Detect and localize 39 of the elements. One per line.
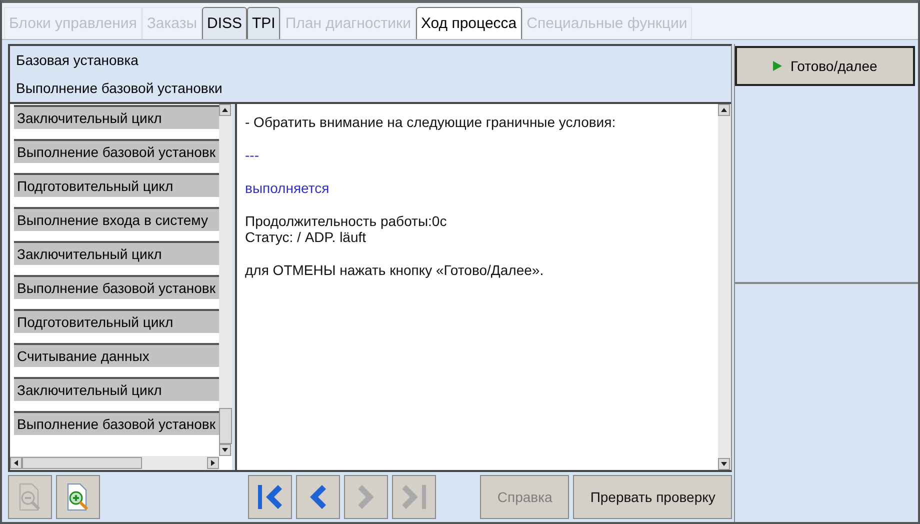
message-text: Продолжительность работы:0c Статус: / ADP. läuft	[245, 213, 448, 245]
message-text: для ОТМЕНЫ нажать кнопку «Готово/Далее».	[245, 262, 545, 278]
scrollbar-thumb[interactable]	[22, 457, 142, 469]
first-button[interactable]	[248, 475, 292, 519]
zoom-in-button[interactable]	[56, 475, 100, 519]
arrow-icon	[12, 459, 20, 467]
message-text: - Обратить внимание на следующие граничные условия:	[245, 114, 617, 130]
zoom-out-icon	[17, 482, 43, 512]
vertical-scrollbar[interactable]	[718, 104, 732, 470]
arrow-icon	[720, 106, 728, 114]
zoom-in-icon	[65, 482, 91, 512]
tab[interactable]: DISS	[202, 7, 248, 39]
vertical-scrollbar[interactable]	[219, 104, 232, 456]
section-subtitle: Выполнение базовой установки	[15, 79, 224, 98]
step-item[interactable]: Заключительный цикл	[14, 241, 219, 265]
skip-back-icon	[256, 482, 284, 512]
step-item[interactable]: Выполнение базовой установк	[14, 139, 219, 163]
skip-forward-icon	[400, 482, 428, 512]
prev-button[interactable]	[296, 475, 340, 519]
play-icon	[773, 61, 782, 71]
step-item[interactable]: Выполнение базовой установк	[14, 275, 219, 299]
step-item[interactable]: Выполнение базовой установк	[14, 411, 219, 435]
step-item[interactable]: Заключительный цикл	[14, 105, 219, 129]
section-title: Базовая установка	[15, 51, 140, 70]
scrollbar-thumb[interactable]	[219, 408, 232, 444]
tab[interactable]: Ход процесса	[416, 7, 522, 39]
next-button[interactable]: Готово/далее	[735, 46, 916, 86]
status-text: выполняется	[245, 180, 330, 196]
step-item[interactable]: Подготовительный цикл	[14, 309, 219, 333]
action-button[interactable]: Прервать проверку	[573, 475, 732, 519]
horizontal-scrollbar[interactable]	[10, 456, 219, 470]
step-item[interactable]: Заключительный цикл	[14, 377, 219, 401]
step-item[interactable]: Подготовительный цикл	[14, 173, 219, 197]
arrow-icon	[720, 460, 728, 468]
step-item[interactable]: Считывание данных	[14, 343, 219, 367]
tab[interactable]: TPI	[247, 7, 280, 39]
status-text: ---	[245, 147, 260, 163]
step-item[interactable]: Выполнение входа в систему	[14, 207, 219, 231]
arrow-icon	[221, 106, 229, 114]
